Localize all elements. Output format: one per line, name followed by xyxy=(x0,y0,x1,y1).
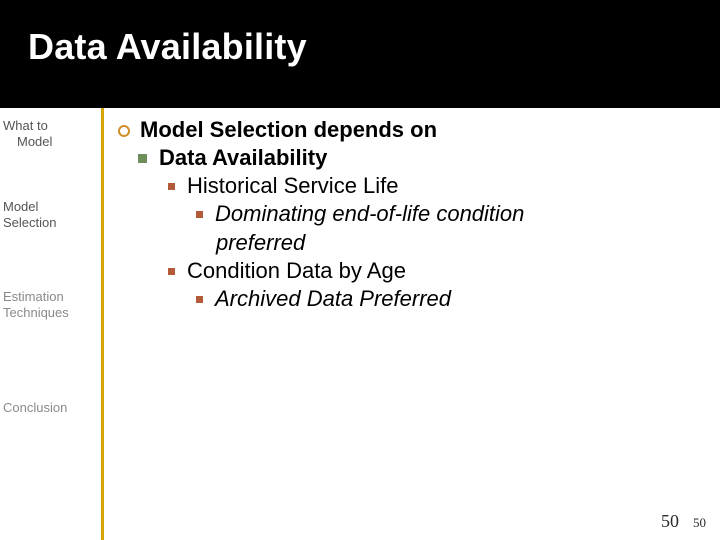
bullet-text: preferred xyxy=(216,230,305,255)
hollow-circle-bullet-icon xyxy=(118,125,130,137)
bullet-level-4: Dominating end-of-life condition xyxy=(118,200,700,228)
bullet-level-1: Model Selection depends on xyxy=(118,116,700,144)
square-bullet-icon xyxy=(138,154,147,163)
small-square-bullet-icon xyxy=(196,296,203,303)
nav-text: Estimation xyxy=(3,289,64,304)
page-number-area: 50 50 xyxy=(661,511,706,532)
bullet-text: Data Availability xyxy=(159,144,327,172)
small-square-bullet-icon xyxy=(168,268,175,275)
nav-text: Conclusion xyxy=(3,400,67,415)
nav-item-what-to-model: What to Model xyxy=(3,118,95,151)
bullet-level-2: Data Availability xyxy=(118,144,700,172)
nav-item-conclusion: Conclusion xyxy=(3,400,95,416)
bullet-level-3: Historical Service Life xyxy=(118,172,700,200)
nav-item-model-selection: Model Selection xyxy=(3,199,95,232)
nav-item-estimation-techniques: Estimation Techniques xyxy=(3,289,95,322)
bullet-text: Archived Data Preferred xyxy=(215,285,451,313)
bullet-level-4-continuation: preferred xyxy=(118,229,700,257)
nav-text: Selection xyxy=(3,215,56,230)
nav-text: What to xyxy=(3,118,48,133)
slide-title: Data Availability xyxy=(28,26,720,68)
bullet-level-3: Condition Data by Age xyxy=(118,257,700,285)
nav-text: Techniques xyxy=(3,305,69,320)
small-square-bullet-icon xyxy=(196,211,203,218)
title-bar: Data Availability xyxy=(0,0,720,108)
page-number: 50 xyxy=(661,511,679,532)
content-area: Model Selection depends on Data Availabi… xyxy=(104,108,720,540)
bullet-text: Condition Data by Age xyxy=(187,257,406,285)
bullet-level-4: Archived Data Preferred xyxy=(118,285,700,313)
small-square-bullet-icon xyxy=(168,183,175,190)
page-number-small: 50 xyxy=(693,515,706,531)
bullet-text: Model Selection depends on xyxy=(140,116,437,144)
nav-text: Model xyxy=(3,134,95,150)
bullet-text: Dominating end-of-life condition xyxy=(215,200,524,228)
body-area: What to Model Model Selection Estimation… xyxy=(0,108,720,540)
nav-text: Model xyxy=(3,199,38,214)
outline-sidebar: What to Model Model Selection Estimation… xyxy=(0,108,104,540)
bullet-text: Historical Service Life xyxy=(187,172,399,200)
